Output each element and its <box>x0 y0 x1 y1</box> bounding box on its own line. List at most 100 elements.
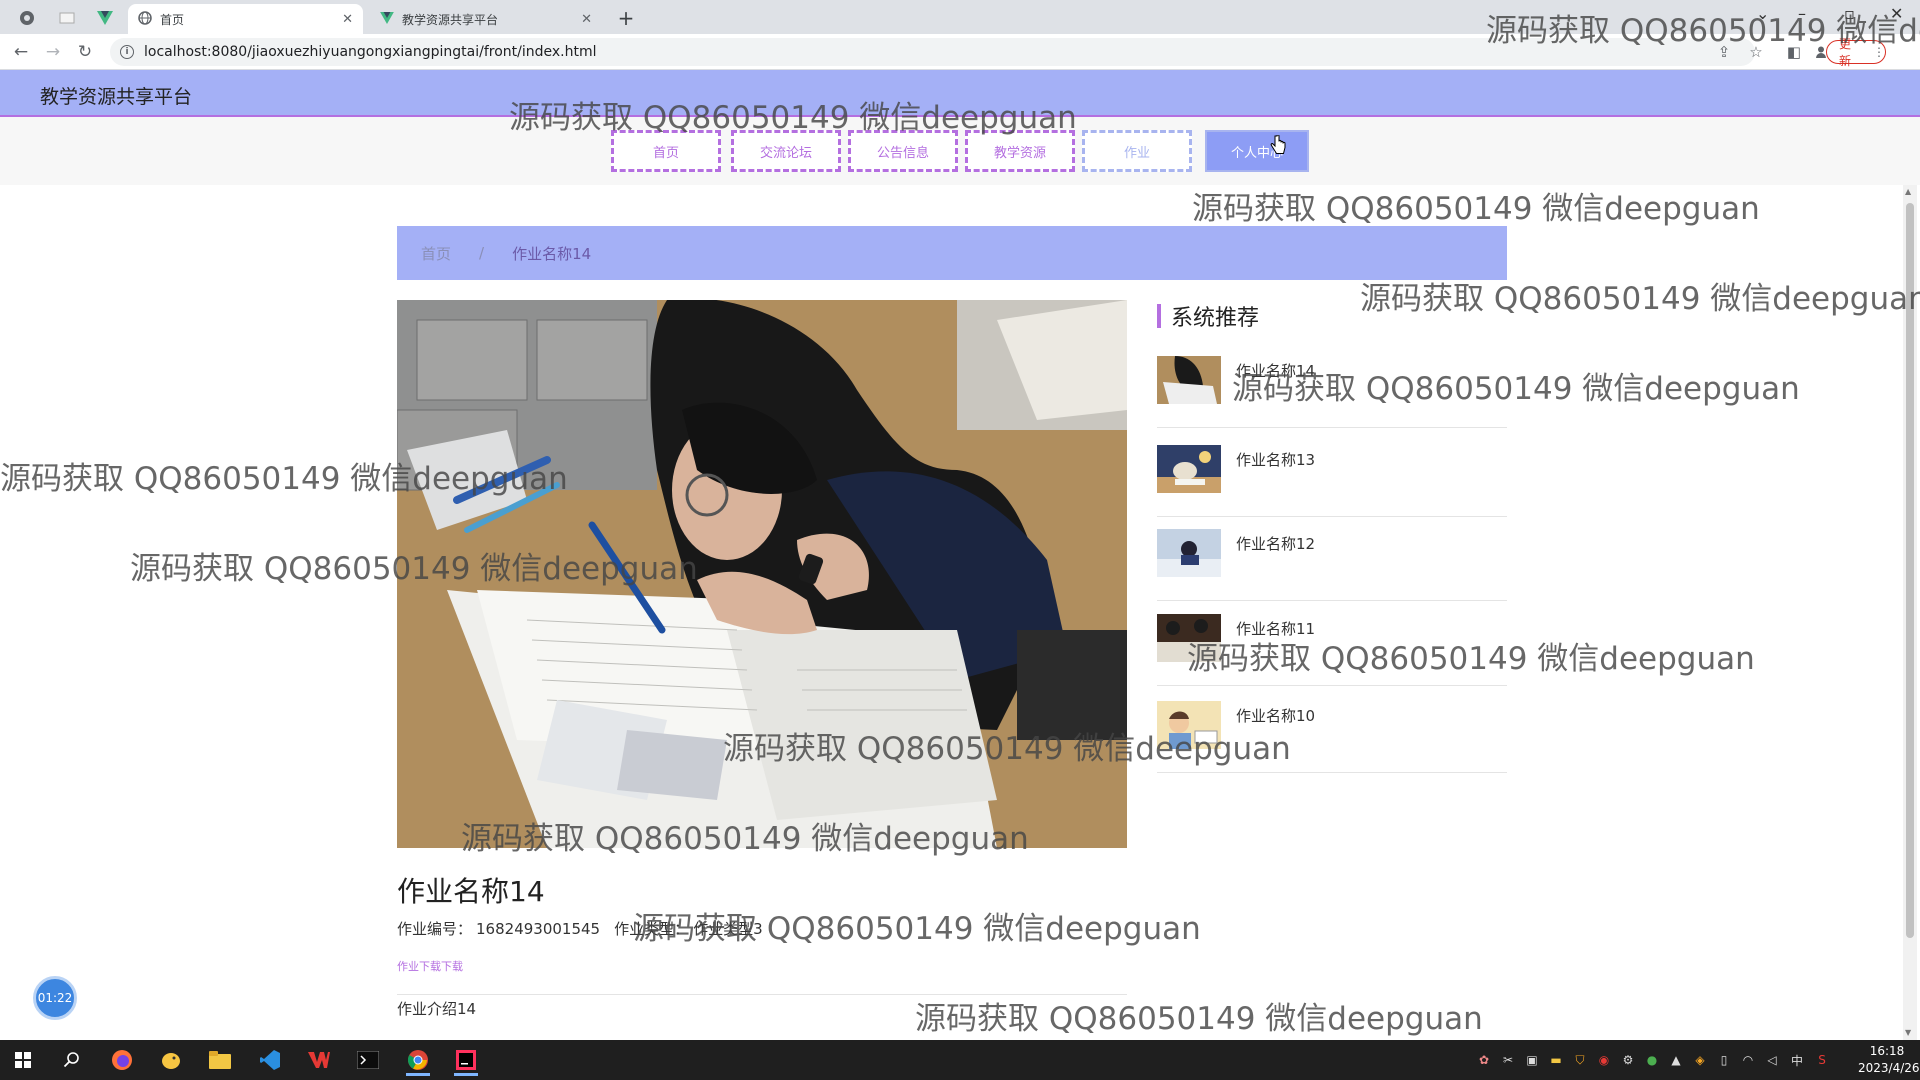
restore-icon[interactable]: ▫ <box>1844 4 1855 23</box>
recommend-item-name[interactable]: 作业名称13 <box>1236 449 1315 470</box>
homework-number-label: 作业编号： <box>397 920 473 938</box>
recommend-thumbnail[interactable] <box>1157 356 1221 404</box>
share-icon[interactable]: ⇪ <box>1714 42 1734 62</box>
breadcrumb-current: 作业名称14 <box>512 244 592 263</box>
recommend-item[interactable]: 作业名称10 <box>1157 687 1507 773</box>
watermark: 源码获取 QQ86050149 微信deepguan <box>915 1001 1483 1037</box>
forward-icon[interactable]: → <box>42 41 64 63</box>
vue-icon[interactable] <box>88 6 122 30</box>
system-clock[interactable]: 16:18 2023/4/26 <box>1858 1043 1920 1077</box>
reload-icon[interactable]: ↻ <box>74 41 96 63</box>
nav-profile[interactable]: 个人中心 <box>1205 130 1309 172</box>
wechat-icon[interactable]: ● <box>1644 1052 1660 1068</box>
chick-app-icon[interactable] <box>151 1044 191 1076</box>
windows-start-icon[interactable] <box>3 1044 43 1076</box>
scroll-up-icon[interactable]: ▲ <box>1905 187 1911 196</box>
recommend-title: 系统推荐 <box>1171 306 1260 331</box>
homework-number-value: 1682493001545 <box>476 920 601 938</box>
recommend-item[interactable]: 作业名称12 <box>1157 515 1507 601</box>
clock-date: 2023/4/26 <box>1858 1061 1920 1075</box>
chrome-taskbar-icon[interactable] <box>398 1044 438 1076</box>
homework-type-value: 作业类型3 <box>693 920 763 938</box>
tray-app-icon[interactable]: ✿ <box>1476 1052 1492 1068</box>
tray-app-icon[interactable]: ◈ <box>1692 1052 1708 1068</box>
minimize-icon[interactable]: – <box>1798 4 1806 23</box>
file-explorer-icon[interactable] <box>200 1044 240 1076</box>
scroll-thumb[interactable] <box>1906 203 1914 938</box>
nav-forum[interactable]: 交流论坛 <box>731 130 841 172</box>
star-icon[interactable]: ☆ <box>1746 42 1766 62</box>
recommend-item[interactable]: 作业名称13 <box>1157 431 1507 517</box>
recommend-thumbnail[interactable] <box>1157 529 1221 577</box>
homework-image <box>397 300 1127 848</box>
windows-taskbar: ✿ ✂ ▣ ▬ ⛉ ◉ ⚙ ● ▲ ◈ ▯ ◠ ◁ 中 S 16:18 2023… <box>0 1040 1920 1080</box>
close-tab-icon[interactable]: ✕ <box>581 12 592 27</box>
globe-icon <box>138 10 152 28</box>
recording-timer[interactable]: 01:22 <box>33 976 77 1020</box>
homework-download-link[interactable]: 作业下载下载 <box>397 958 463 974</box>
volume-icon[interactable]: ◁ <box>1764 1052 1780 1068</box>
close-window-icon[interactable]: ✕ <box>1890 4 1903 23</box>
tab-home[interactable]: 首页 ✕ <box>128 4 363 34</box>
close-tab-icon[interactable]: ✕ <box>342 12 353 27</box>
profile-icon[interactable] <box>1816 42 1826 62</box>
watermark: 源码获取 QQ86050149 微信deepguan <box>1192 191 1760 227</box>
vscode-icon[interactable] <box>250 1044 290 1076</box>
site-title: 教学资源共享平台 <box>40 86 193 108</box>
site-header: 教学资源共享平台 <box>0 70 1920 117</box>
recommend-item-name[interactable]: 作业名称14 <box>1236 360 1315 381</box>
recommend-thumbnail[interactable] <box>1157 614 1221 662</box>
recommend-item-name[interactable]: 作业名称12 <box>1236 533 1315 554</box>
nav-resources[interactable]: 教学资源 <box>965 130 1075 172</box>
breadcrumb-separator: / <box>479 244 485 262</box>
tray-app-icon[interactable]: ▣ <box>1524 1052 1540 1068</box>
intellij-icon[interactable] <box>446 1044 486 1076</box>
main-nav: 首页 交流论坛 公告信息 教学资源 作业 个人中心 <box>0 117 1920 185</box>
homework-meta: 作业编号： 1682493001545 作业类型： 作业类型3 <box>397 918 777 939</box>
browser-tabstrip: 首页 ✕ 教学资源共享平台 ✕ + ⌄ – ▫ ✕ <box>0 0 1920 34</box>
ime-indicator[interactable]: 中 <box>1788 1052 1806 1068</box>
recommend-item[interactable]: 作业名称11 <box>1157 600 1507 686</box>
info-icon[interactable]: i <box>120 45 134 59</box>
chrome-icon[interactable] <box>10 6 44 30</box>
recommend-item[interactable]: 作业名称14 <box>1157 342 1507 428</box>
tray-app-icon[interactable]: ▬ <box>1548 1052 1564 1068</box>
tray-app-icon[interactable]: ✂ <box>1500 1052 1516 1068</box>
chevron-down-icon[interactable]: ⌄ <box>1756 4 1769 23</box>
recommend-item-name[interactable]: 作业名称10 <box>1236 705 1315 726</box>
wifi-icon[interactable]: ◠ <box>1740 1052 1756 1068</box>
recommend-item-name[interactable]: 作业名称11 <box>1236 618 1315 639</box>
homework-title: 作业名称14 <box>397 875 545 908</box>
nav-home[interactable]: 首页 <box>611 130 721 172</box>
tray-app-icon[interactable]: ◉ <box>1596 1052 1612 1068</box>
homework-type-label: 作业类型： <box>614 920 690 938</box>
input-method-icon[interactable]: S <box>1814 1052 1830 1068</box>
sidebar-icon[interactable]: ◧ <box>1784 42 1804 62</box>
tab-platform[interactable]: 教学资源共享平台 ✕ <box>370 4 602 34</box>
address-bar[interactable]: i localhost:8080/jiaoxuezhiyuangongxiang… <box>110 38 1755 66</box>
firefox-icon[interactable] <box>102 1044 142 1076</box>
recommend-thumbnail[interactable] <box>1157 701 1221 749</box>
tray-app-icon[interactable]: ▲ <box>1668 1052 1684 1068</box>
new-tab-button[interactable]: + <box>614 6 638 30</box>
scroll-down-icon[interactable]: ▼ <box>1905 1028 1911 1037</box>
recommend-accent-bar <box>1157 304 1161 328</box>
wps-icon[interactable] <box>299 1044 339 1076</box>
tab-title: 教学资源共享平台 <box>402 12 499 27</box>
recommend-header: 系统推荐 <box>1157 300 1259 332</box>
update-button[interactable]: 更新 ⋮ <box>1826 37 1886 68</box>
terminal-icon[interactable] <box>348 1044 388 1076</box>
nav-homework[interactable]: 作业 <box>1082 130 1192 172</box>
recommend-thumbnail[interactable] <box>1157 445 1221 493</box>
search-icon[interactable] <box>52 1044 92 1076</box>
breadcrumb-home[interactable]: 首页 <box>421 243 451 264</box>
shield-icon[interactable]: ⛉ <box>1572 1052 1588 1068</box>
back-icon[interactable]: ← <box>10 41 32 63</box>
nav-notice[interactable]: 公告信息 <box>848 130 958 172</box>
blank-page-icon[interactable] <box>50 6 84 30</box>
tray-app-icon[interactable]: ⚙ <box>1620 1052 1636 1068</box>
battery-icon[interactable]: ▯ <box>1716 1052 1732 1068</box>
page-scrollbar[interactable]: ▲ ▼ <box>1903 185 1917 1040</box>
homework-intro: 作业介绍14 <box>397 1000 477 1018</box>
browser-toolbar: ← → ↻ i localhost:8080/jiaoxuezhiyuangon… <box>0 34 1920 70</box>
